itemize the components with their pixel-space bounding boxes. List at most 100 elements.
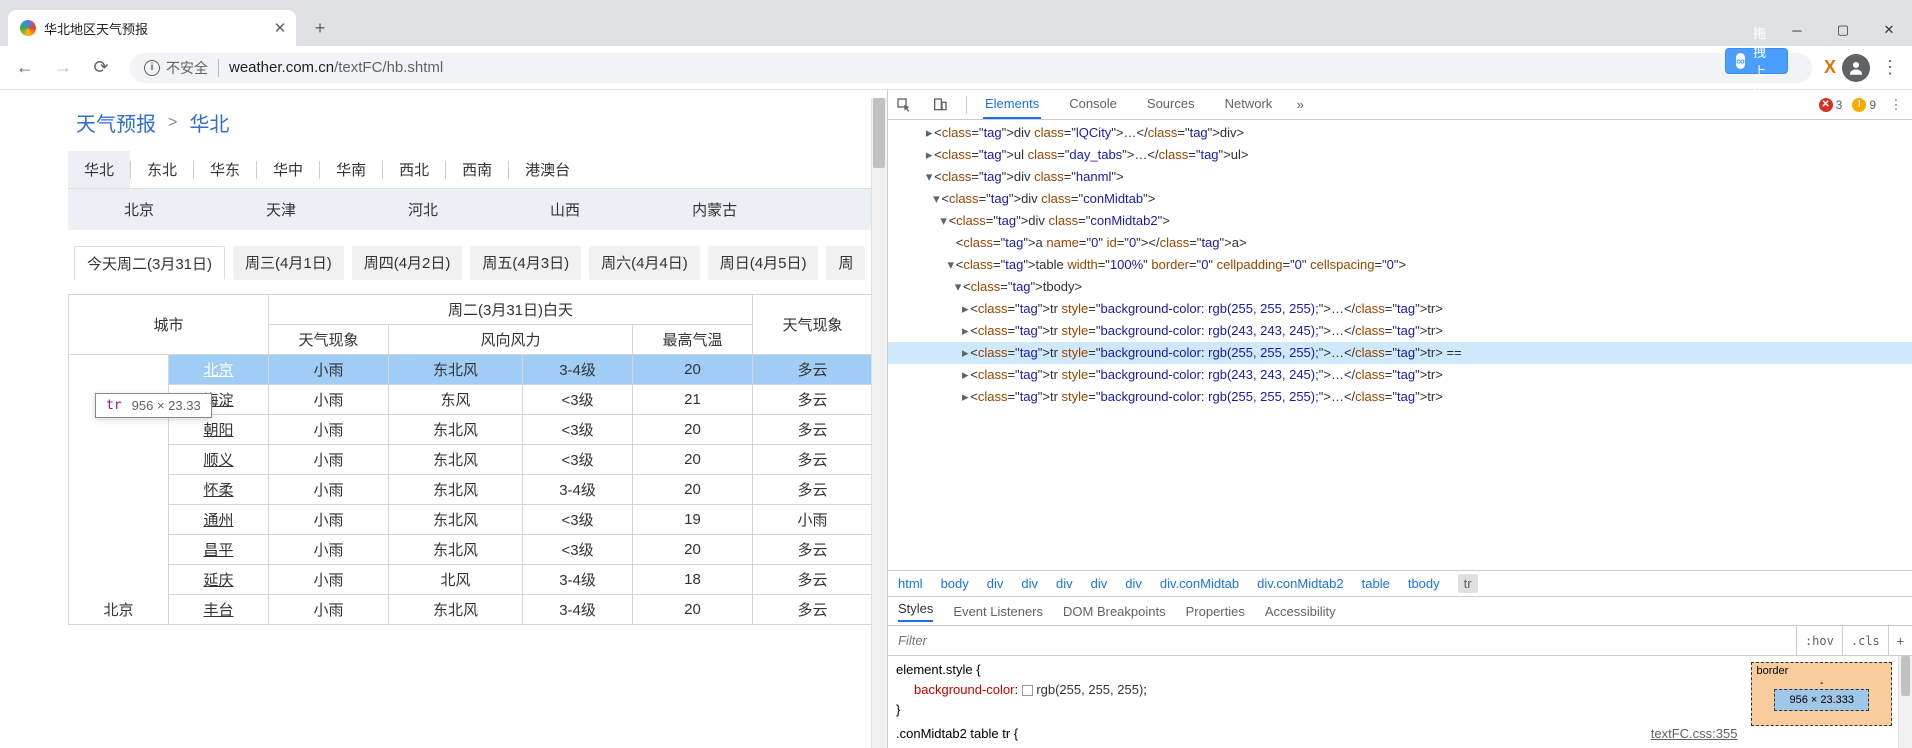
bc-node[interactable]: div	[1091, 576, 1108, 591]
window-minimize-button[interactable]: ─	[1774, 14, 1820, 46]
province-tab[interactable]: 北京	[68, 189, 210, 230]
elements-tree[interactable]: ▸<class="tag">div class="lQCity">…</clas…	[888, 120, 1912, 570]
nav-forward-button[interactable]: →	[46, 51, 80, 85]
bc-node[interactable]: div.conMidtab2	[1257, 576, 1343, 591]
styles-scrollbar[interactable]	[1898, 656, 1912, 748]
element-node[interactable]: ▸<class="tag">tr style="background-color…	[888, 342, 1912, 364]
element-node[interactable]: <class="tag">a name="0" id="0"></class="…	[888, 232, 1912, 254]
styles-subtab[interactable]: Event Listeners	[953, 604, 1043, 619]
element-node[interactable]: ▸<class="tag">div class="lQCity">…</clas…	[888, 122, 1912, 144]
breadcrumb-path[interactable]: html body div div div div div div.conMidtab div.…	[888, 570, 1912, 596]
region-tab[interactable]: 华中	[257, 151, 319, 188]
day-tab[interactable]: 周	[826, 246, 865, 280]
region-tab[interactable]: 西南	[446, 151, 508, 188]
nav-back-button[interactable]: ←	[8, 51, 42, 85]
window-close-button[interactable]: ✕	[1866, 14, 1912, 46]
element-node[interactable]: ▾<class="tag">div class="hanml">	[888, 166, 1912, 188]
element-node[interactable]: ▸<class="tag">tr style="background-color…	[888, 386, 1912, 408]
devtools-menu-icon[interactable]: ⋮	[1886, 95, 1906, 115]
page-scrollbar[interactable]	[871, 98, 887, 748]
bc-node[interactable]: body	[941, 576, 969, 591]
city-link[interactable]: 昌平	[203, 542, 233, 559]
breadcrumb-a[interactable]: 天气预报	[76, 108, 156, 137]
city-link[interactable]: 怀柔	[203, 482, 233, 499]
styles-rules[interactable]: element.style { background-color: rgb(25…	[888, 656, 1745, 748]
day-tab[interactable]: 周六(4月4日)	[589, 246, 700, 280]
city-link[interactable]: 朝阳	[203, 422, 233, 439]
bc-node[interactable]: table	[1362, 576, 1390, 591]
breadcrumb-b[interactable]: 华北	[189, 108, 229, 137]
styles-subtab[interactable]: DOM Breakpoints	[1063, 604, 1166, 619]
browser-menu-button[interactable]: ⋮	[1876, 54, 1904, 82]
styles-subtab[interactable]: Properties	[1186, 604, 1245, 619]
element-node[interactable]: ▸<class="tag">tr style="background-color…	[888, 320, 1912, 342]
element-node[interactable]: ▸<class="tag">ul class="day_tabs">…</cla…	[888, 144, 1912, 166]
window-maximize-button[interactable]: ▢	[1820, 14, 1866, 46]
source-link[interactable]: textFC.css:355	[1651, 724, 1738, 744]
day-tab[interactable]: 周三(4月1日)	[233, 246, 344, 280]
element-node[interactable]: ▾<class="tag">div class="conMidtab">	[888, 188, 1912, 210]
styles-subtab[interactable]: Styles	[898, 601, 933, 622]
bc-node[interactable]: div	[1125, 576, 1142, 591]
city-link[interactable]: 通州	[203, 512, 233, 529]
region-tabs: 华北东北华东华中华南西北西南港澳台	[68, 151, 887, 189]
insecure-indicator[interactable]: i 不安全	[144, 58, 208, 78]
warning-count[interactable]: !9	[1852, 98, 1876, 112]
devtools-tab[interactable]: Elements	[983, 90, 1041, 119]
city-link[interactable]: 顺义	[203, 452, 233, 469]
devtools-tab[interactable]: Sources	[1145, 90, 1197, 119]
inspect-element-icon[interactable]	[894, 95, 914, 115]
bc-node[interactable]: div	[1056, 576, 1073, 591]
device-toggle-icon[interactable]	[930, 95, 950, 115]
province-tab[interactable]: 河北	[352, 189, 494, 230]
table-cell: <3级	[523, 445, 633, 475]
region-tab[interactable]: 华北	[68, 151, 130, 188]
profile-avatar-icon[interactable]	[1842, 54, 1870, 82]
bc-node[interactable]: div.conMidtab	[1160, 576, 1239, 591]
bc-node[interactable]: div	[1021, 576, 1038, 591]
province-tab[interactable]: 天津	[210, 189, 352, 230]
browser-tab[interactable]: 华北地区天气预报 ✕	[8, 10, 296, 46]
devtools-tab[interactable]: Network	[1223, 90, 1275, 119]
nav-reload-button[interactable]: ⟳	[84, 51, 118, 85]
day-tab[interactable]: 周日(4月5日)	[708, 246, 819, 280]
bc-node[interactable]: tbody	[1408, 576, 1440, 591]
cls-toggle[interactable]: .cls	[1842, 626, 1888, 655]
city-link[interactable]: 北京	[203, 362, 233, 379]
error-count[interactable]: ✕3	[1819, 98, 1843, 112]
devtools-tab[interactable]: Console	[1067, 90, 1119, 119]
hov-toggle[interactable]: :hov	[1796, 626, 1842, 655]
region-tab[interactable]: 西北	[383, 151, 445, 188]
bc-node[interactable]: html	[898, 576, 923, 591]
region-tab[interactable]: 华南	[320, 151, 382, 188]
element-node[interactable]: ▸<class="tag">tr style="background-color…	[888, 298, 1912, 320]
day-tab[interactable]: 周四(4月2日)	[352, 246, 463, 280]
province-tab[interactable]: 山西	[494, 189, 636, 230]
tab-close-icon[interactable]: ✕	[272, 20, 288, 36]
region-tab[interactable]: 港澳台	[509, 151, 586, 188]
element-node[interactable]: ▾<class="tag">table width="100%" border=…	[888, 254, 1912, 276]
bc-node[interactable]: div	[987, 576, 1004, 591]
region-tab[interactable]: 华东	[194, 151, 256, 188]
province-tab[interactable]: 内蒙古	[636, 189, 793, 230]
element-node[interactable]: ▾<class="tag">tbody>	[888, 276, 1912, 298]
color-swatch-icon[interactable]	[1022, 685, 1033, 696]
element-node[interactable]: ▾<class="tag">div class="conMidtab2">	[888, 210, 1912, 232]
city-link[interactable]: 丰台	[203, 602, 233, 619]
region-tab[interactable]: 东北	[131, 151, 193, 188]
scrollbar-thumb[interactable]	[873, 98, 885, 168]
extension-x-icon[interactable]: X	[1824, 57, 1836, 78]
table-cell: 20	[633, 415, 753, 445]
bc-node[interactable]: tr	[1458, 574, 1478, 593]
styles-filter-input[interactable]	[888, 633, 1796, 648]
day-tab[interactable]: 周五(4月3日)	[470, 246, 581, 280]
address-bar[interactable]: i 不安全 weather.com.cn/textFC/hb.shtml	[130, 53, 1812, 83]
upload-badge[interactable]: ∞ 拖拽上传	[1725, 48, 1788, 74]
element-node[interactable]: ▸<class="tag">tr style="background-color…	[888, 364, 1912, 386]
city-link[interactable]: 延庆	[203, 572, 233, 589]
devtools-more-tabs-icon[interactable]: »	[1290, 95, 1310, 115]
new-tab-button[interactable]: +	[306, 14, 334, 42]
styles-subtab[interactable]: Accessibility	[1265, 604, 1336, 619]
add-class-button[interactable]: +	[1888, 626, 1912, 655]
day-tab[interactable]: 今天周二(3月31日)	[74, 246, 225, 280]
